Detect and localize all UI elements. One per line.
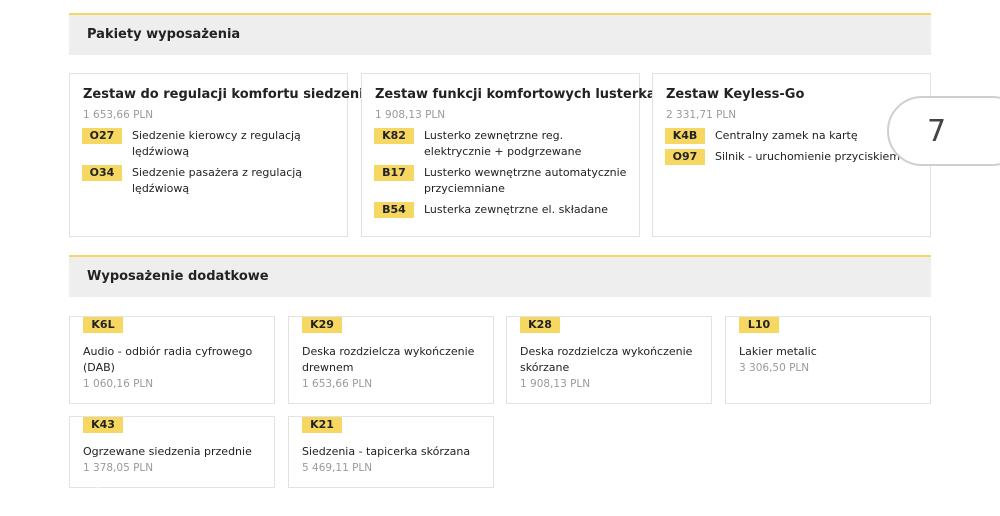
package-card-comfort-seat: Zestaw do regulacji komfortu siedzenia 1… xyxy=(69,73,372,237)
extra-option-card: K29 Deska rozdzielcza wykończenie drewne… xyxy=(288,316,494,404)
extra-option-price: 1 060,16 PLN xyxy=(83,378,154,390)
extra-option-label: Deska rozdzielcza wykończenie skórzane xyxy=(520,345,693,374)
option-code-badge: K4B xyxy=(665,128,705,144)
extra-option-card: K21 Siedzenia - tapicerka skórzana 5 469… xyxy=(288,416,494,488)
option-code-badge: K6L xyxy=(83,317,123,333)
extras-section-title: Wyposażenie dodatkowe xyxy=(87,269,269,284)
page-number-badge[interactable]: 7 xyxy=(887,96,1000,166)
extra-option-label: Ogrzewane siedzenia przednie xyxy=(83,445,252,458)
page-number: 7 xyxy=(927,114,947,149)
package-item: B17 Lusterko wewnętrzne automatycznie pr… xyxy=(374,165,629,197)
package-price: 1 653,66 PLN xyxy=(83,109,154,121)
option-code-badge: O27 xyxy=(82,128,122,144)
package-price: 2 331,71 PLN xyxy=(666,109,737,121)
extra-option-label: Siedzenia - tapicerka skórzana xyxy=(302,445,471,458)
package-item-label: Lusterko wewnętrzne automatycznie przyci… xyxy=(424,166,627,195)
package-title: Zestaw Keyless-Go xyxy=(666,87,805,102)
package-item-label: Silnik - uruchomienie przyciskiem xyxy=(715,150,901,163)
option-code-badge: K43 xyxy=(83,417,123,433)
package-title: Zestaw do regulacji komfortu siedzenia xyxy=(83,87,373,102)
option-code-badge: K29 xyxy=(302,317,342,333)
extra-option-price: 1 908,13 PLN xyxy=(520,378,591,390)
package-item: O34 Siedzenie pasażera z regulacją lędźw… xyxy=(82,165,337,197)
watermark-logo: otomoto xyxy=(10,484,122,509)
package-item-label: Centralny zamek na kartę xyxy=(715,129,858,142)
extra-option-card: K6L Audio - odbiór radia cyfrowego (DAB)… xyxy=(69,316,275,404)
packages-section-title: Pakiety wyposażenia xyxy=(87,27,241,42)
extra-option-card: K43 Ogrzewane siedzenia przednie 1 378,0… xyxy=(69,416,275,488)
package-title: Zestaw funkcji komfortowych lusterka xyxy=(375,87,656,102)
package-item: K4B Centralny zamek na kartę xyxy=(665,128,920,144)
package-item: K82 Lusterko zewnętrzne reg. elektryczni… xyxy=(374,128,629,160)
extra-option-card: L10 Lakier metalic 3 306,50 PLN xyxy=(725,316,931,404)
packages-section-header: Pakiety wyposażenia xyxy=(69,13,931,55)
extra-option-label: Audio - odbiór radia cyfrowego (DAB) xyxy=(83,345,253,374)
package-price: 1 908,13 PLN xyxy=(375,109,446,121)
extra-option-price: 1 653,66 PLN xyxy=(302,378,373,390)
extra-option-label: Deska rozdzielcza wykończenie drewnem xyxy=(302,345,475,374)
option-code-badge: K82 xyxy=(374,128,414,144)
option-code-badge: B54 xyxy=(374,202,414,218)
package-item-label: Siedzenie kierowcy z regulacją lędźwiową xyxy=(132,129,301,158)
extras-section-header: Wyposażenie dodatkowe xyxy=(69,255,931,297)
extra-option-price: 3 306,50 PLN xyxy=(739,362,810,374)
package-item: O97 Silnik - uruchomienie przyciskiem xyxy=(665,149,920,165)
package-item-label: Lusterka zewnętrzne el. składane xyxy=(424,203,609,216)
option-code-badge: O97 xyxy=(665,149,705,165)
package-item-label: Siedzenie pasażera z regulacją lędźwiową xyxy=(132,166,303,195)
option-code-badge: L10 xyxy=(739,317,779,333)
extra-option-label: Lakier metalic xyxy=(739,345,817,358)
package-item-label: Lusterko zewnętrzne reg. elektrycznie + … xyxy=(424,129,582,158)
option-code-badge: B17 xyxy=(374,165,414,181)
option-code-badge: K28 xyxy=(520,317,560,333)
option-code-badge: K21 xyxy=(302,417,342,433)
option-code-badge: O34 xyxy=(82,165,122,181)
extra-option-price: 1 378,05 PLN xyxy=(83,462,154,474)
package-card-keyless: Zestaw Keyless-Go 2 331,71 PLN K4B Centr… xyxy=(652,73,931,237)
package-item: O27 Siedzenie kierowcy z regulacją lędźw… xyxy=(82,128,337,160)
package-card-mirror: Zestaw funkcji komfortowych lusterka 1 9… xyxy=(361,73,656,237)
extra-option-price: 5 469,11 PLN xyxy=(302,462,373,474)
package-item: B54 Lusterka zewnętrzne el. składane xyxy=(374,202,629,218)
extra-option-card: K28 Deska rozdzielcza wykończenie skórza… xyxy=(506,316,712,404)
